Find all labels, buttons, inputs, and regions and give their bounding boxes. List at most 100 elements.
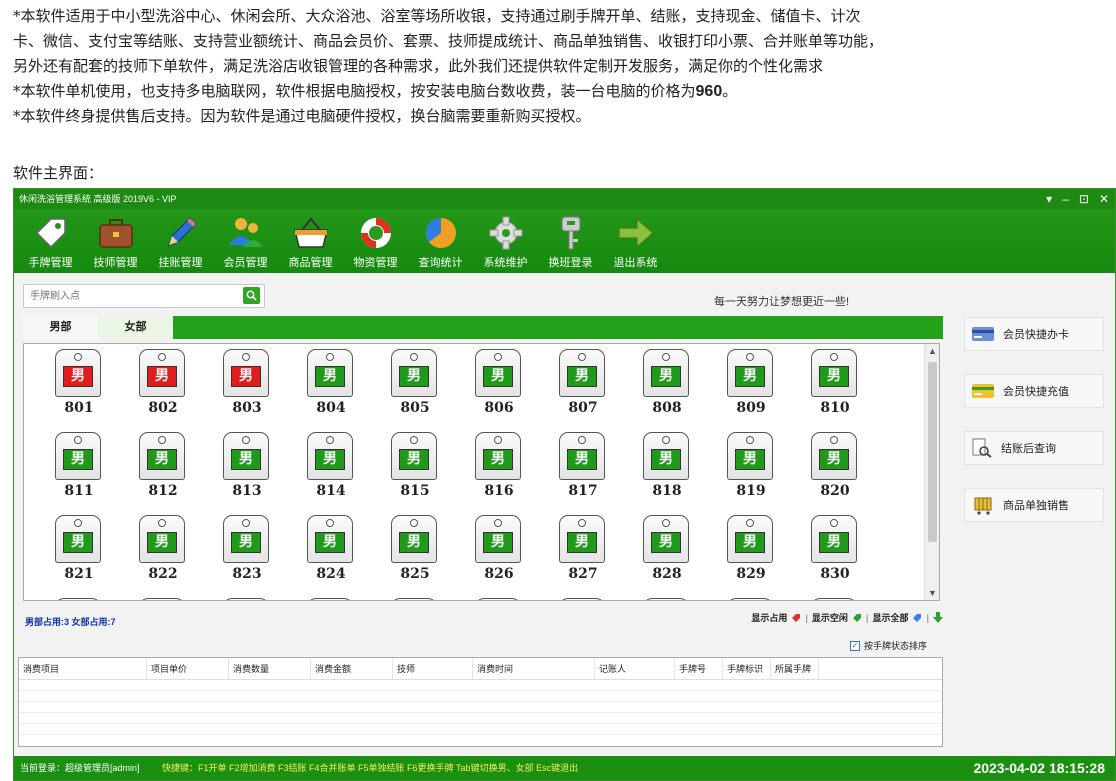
hand-tag[interactable]: 男 817 bbox=[541, 430, 625, 514]
hand-tag[interactable]: 男 803 bbox=[205, 347, 289, 431]
intro-line-3: 另外还有配套的技师下单软件，满足洗浴店收银管理的各种需求，此外我们还提供软件定制… bbox=[13, 57, 824, 75]
table-row[interactable] bbox=[19, 691, 942, 702]
scroll-down-icon[interactable]: ▼ bbox=[925, 588, 939, 598]
hand-tag[interactable]: 男 823 bbox=[205, 513, 289, 597]
hand-tag[interactable]: 男 824 bbox=[289, 513, 373, 597]
tab-men[interactable]: 男部 bbox=[23, 316, 98, 339]
toolbar-button-2[interactable]: 技师管理 bbox=[83, 209, 148, 273]
column-header[interactable]: 消费时间 bbox=[473, 658, 595, 679]
hand-tag-partial[interactable] bbox=[289, 596, 373, 600]
hand-tag[interactable]: 男 808 bbox=[625, 347, 709, 431]
toolbar-button-5[interactable]: 商品管理 bbox=[278, 209, 343, 273]
hand-tag[interactable]: 男 826 bbox=[457, 513, 541, 597]
hand-tag[interactable]: 男 829 bbox=[709, 513, 793, 597]
toolbar-button-3[interactable]: 挂账管理 bbox=[148, 209, 213, 273]
hand-tag[interactable]: 男 802 bbox=[121, 347, 205, 431]
hand-tag[interactable]: 男 825 bbox=[373, 513, 457, 597]
column-header[interactable]: 消费数量 bbox=[229, 658, 311, 679]
show-free-button[interactable]: 显示空闲 bbox=[812, 611, 848, 624]
table-row[interactable] bbox=[19, 713, 942, 724]
hand-tag[interactable]: 男 806 bbox=[457, 347, 541, 431]
tab-women[interactable]: 女部 bbox=[98, 316, 173, 339]
toolbar-button-7[interactable]: 查询统计 bbox=[408, 209, 473, 273]
scroll-thumb[interactable] bbox=[928, 362, 937, 542]
hand-tag[interactable]: 男 801 bbox=[37, 347, 121, 431]
tag-icon bbox=[32, 215, 70, 251]
close-icon[interactable]: ✕ bbox=[1099, 189, 1109, 209]
tag-number: 821 bbox=[64, 566, 94, 582]
column-header[interactable]: 记账人 bbox=[595, 658, 675, 679]
column-header[interactable]: 所属手牌 bbox=[771, 658, 819, 679]
scroll-up-icon[interactable]: ▲ bbox=[925, 346, 939, 356]
hand-tag[interactable]: 男 811 bbox=[37, 430, 121, 514]
single-sale-button[interactable]: 商品单独销售 bbox=[964, 488, 1104, 522]
toolbar-button-6[interactable]: 物资管理 bbox=[343, 209, 408, 273]
sort-option[interactable]: ✓ 按手牌状态排序 bbox=[850, 639, 927, 652]
quick-card-button[interactable]: 会员快捷办卡 bbox=[964, 317, 1104, 351]
occupancy-row: 男部占用:3 女部占用:7 显示占用 | 显示空闲 | 显示全部 | bbox=[23, 609, 943, 629]
hand-tag[interactable]: 男 819 bbox=[709, 430, 793, 514]
column-header[interactable]: 项目单价 bbox=[147, 658, 229, 679]
quick-recharge-button[interactable]: 会员快捷充值 bbox=[964, 374, 1104, 408]
hand-tag[interactable]: 男 812 bbox=[121, 430, 205, 514]
hand-tag[interactable]: 男 822 bbox=[121, 513, 205, 597]
table-row[interactable] bbox=[19, 724, 942, 735]
table-row[interactable] bbox=[19, 680, 942, 691]
hand-tag-partial[interactable] bbox=[37, 596, 121, 600]
column-header[interactable]: 手牌号 bbox=[675, 658, 723, 679]
show-all-button[interactable]: 显示全部 bbox=[872, 611, 908, 624]
hand-tag-partial[interactable] bbox=[205, 596, 289, 600]
hand-tag[interactable]: 男 810 bbox=[793, 347, 877, 431]
hand-tag-partial[interactable] bbox=[457, 596, 541, 600]
table-header: 消费项目 项目单价 消费数量 消费金额 技师 消费时间 记账人 手牌号 手牌标识 所属手牌 bbox=[19, 658, 942, 680]
show-busy-button[interactable]: 显示占用 bbox=[751, 611, 787, 624]
hand-tag[interactable]: 男 809 bbox=[709, 347, 793, 431]
toolbar-button-1[interactable]: 手牌管理 bbox=[18, 209, 83, 273]
tag-card: 男 bbox=[391, 349, 437, 397]
tag-hole-icon bbox=[830, 519, 838, 527]
column-header[interactable]: 消费项目 bbox=[19, 658, 147, 679]
toolbar-button-10[interactable]: 退出系统 bbox=[603, 209, 668, 273]
down-arrow-icon[interactable] bbox=[933, 612, 943, 623]
column-header[interactable]: 手牌标识 bbox=[723, 658, 771, 679]
tag-input[interactable] bbox=[24, 285, 234, 307]
hand-tag[interactable]: 男 813 bbox=[205, 430, 289, 514]
tag-number: 817 bbox=[568, 483, 598, 499]
tag-hole-icon bbox=[494, 436, 502, 444]
hand-tag[interactable]: 男 815 bbox=[373, 430, 457, 514]
hand-tag-partial[interactable] bbox=[625, 596, 709, 600]
lifebuoy-icon bbox=[357, 215, 395, 251]
toolbar-button-8[interactable]: 系统维护 bbox=[473, 209, 538, 273]
search-document-icon bbox=[972, 438, 992, 458]
grid-scrollbar[interactable]: ▲ ▼ bbox=[924, 344, 939, 600]
sort-checkbox[interactable]: ✓ bbox=[850, 640, 860, 651]
column-header[interactable]: 消费金额 bbox=[311, 658, 393, 679]
hand-tag[interactable]: 男 827 bbox=[541, 513, 625, 597]
hand-tag[interactable]: 男 816 bbox=[457, 430, 541, 514]
hand-tag-partial[interactable] bbox=[373, 596, 457, 600]
toolbar-button-4[interactable]: 会员管理 bbox=[213, 209, 278, 273]
menu-dropdown-icon[interactable]: ▾ bbox=[1046, 189, 1052, 209]
hand-tag[interactable]: 男 821 bbox=[37, 513, 121, 597]
hand-tag-partial[interactable] bbox=[121, 596, 205, 600]
hand-tag-partial[interactable] bbox=[793, 596, 877, 600]
column-header[interactable]: 技师 bbox=[393, 658, 473, 679]
hand-tag[interactable]: 男 814 bbox=[289, 430, 373, 514]
toolbar-label: 系统维护 bbox=[483, 257, 528, 269]
restore-icon[interactable]: ⊡ bbox=[1079, 189, 1089, 209]
toolbar-button-9[interactable]: 换班登录 bbox=[538, 209, 603, 273]
hand-tag[interactable]: 男 828 bbox=[625, 513, 709, 597]
hand-tag[interactable]: 男 804 bbox=[289, 347, 373, 431]
hand-tag-partial[interactable] bbox=[709, 596, 793, 600]
search-button[interactable] bbox=[243, 287, 260, 304]
hand-tag[interactable]: 男 805 bbox=[373, 347, 457, 431]
tag-number: 809 bbox=[736, 400, 766, 416]
hand-tag-partial[interactable] bbox=[541, 596, 625, 600]
hand-tag[interactable]: 男 820 bbox=[793, 430, 877, 514]
hand-tag[interactable]: 男 807 bbox=[541, 347, 625, 431]
minimize-icon[interactable]: – bbox=[1062, 189, 1069, 209]
post-checkout-query-button[interactable]: 结账后查询 bbox=[964, 431, 1104, 465]
table-row[interactable] bbox=[19, 702, 942, 713]
hand-tag[interactable]: 男 818 bbox=[625, 430, 709, 514]
hand-tag[interactable]: 男 830 bbox=[793, 513, 877, 597]
